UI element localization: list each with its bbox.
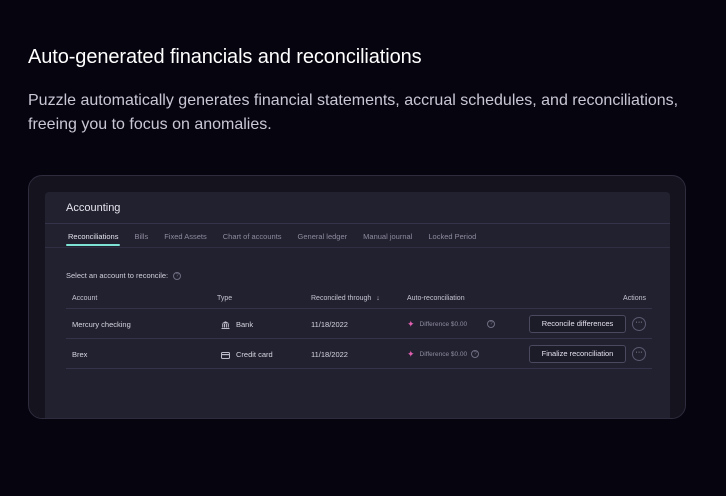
difference-text: Difference $0.00: [419, 320, 468, 328]
hero-title: Auto-generated financials and reconcilia…: [28, 46, 422, 68]
select-account-text: Select an account to reconcile:: [66, 271, 169, 280]
column-header-account[interactable]: Account: [72, 295, 97, 302]
auto-reconciliation-status: ✦ Difference $0.00 ?: [407, 319, 496, 329]
reconcile-differences-button[interactable]: Reconcile differences: [529, 315, 626, 333]
account-type: Bank: [221, 320, 254, 330]
account-type: Credit card: [221, 350, 273, 359]
finalize-reconciliation-button[interactable]: Finalize reconciliation: [529, 345, 626, 363]
reconciliation-table: Account Type Reconciled through ↓ Auto-r…: [66, 290, 652, 369]
app-preview-frame: Accounting Reconciliations Bills Fixed A…: [28, 175, 686, 419]
sparkle-icon: ✦: [407, 319, 415, 329]
table-row[interactable]: Brex Credit card 11/18/2022 ✦ Difference…: [66, 339, 652, 369]
tab-bar: Reconciliations Bills Fixed Assets Chart…: [65, 232, 492, 246]
difference-text: Difference $0.00: [419, 350, 468, 358]
column-header-auto-reconciliation[interactable]: Auto-reconciliation: [407, 295, 465, 302]
more-options-icon[interactable]: ···: [632, 347, 646, 361]
more-options-icon[interactable]: ···: [632, 317, 646, 331]
reconciled-date: 11/18/2022: [311, 320, 348, 329]
accounting-panel: Accounting Reconciliations Bills Fixed A…: [45, 192, 670, 418]
column-header-type[interactable]: Type: [217, 295, 232, 302]
tab-chart-of-accounts[interactable]: Chart of accounts: [223, 232, 282, 246]
tab-locked-period[interactable]: Locked Period: [428, 232, 476, 246]
account-type-label: Credit card: [236, 350, 273, 359]
column-header-actions: Actions: [623, 295, 646, 302]
reconciled-date: 11/18/2022: [311, 350, 348, 359]
tab-manual-journal[interactable]: Manual journal: [363, 232, 412, 246]
hero-description: Puzzle automatically generates financial…: [28, 92, 679, 133]
sort-arrow-icon: ↓: [376, 295, 380, 302]
help-icon[interactable]: ?: [173, 271, 182, 280]
table-header: Account Type Reconciled through ↓ Auto-r…: [66, 290, 652, 309]
divider: [45, 247, 670, 248]
divider: [45, 223, 670, 224]
column-header-reconciled-through-label: Reconciled through: [311, 295, 372, 302]
tab-reconciliations[interactable]: Reconciliations: [65, 232, 121, 246]
credit-card-icon: [221, 351, 230, 359]
help-icon[interactable]: ?: [471, 350, 480, 358]
auto-reconciliation-status: ✦ Difference $0.00 ?: [407, 349, 480, 359]
account-name: Mercury checking: [72, 320, 131, 329]
select-account-label: Select an account to reconcile: ?: [66, 271, 182, 280]
tab-bills[interactable]: Bills: [134, 232, 148, 246]
bank-icon: [221, 321, 230, 330]
column-header-reconciled-through[interactable]: Reconciled through ↓: [311, 295, 380, 302]
tab-general-ledger[interactable]: General ledger: [298, 232, 348, 246]
panel-title: Accounting: [66, 202, 121, 214]
account-type-label: Bank: [236, 320, 254, 329]
account-name: Brex: [72, 350, 88, 359]
table-row[interactable]: Mercury checking Bank 11/18/2022 ✦ Diffe…: [66, 309, 652, 339]
help-icon[interactable]: ?: [487, 320, 496, 328]
sparkle-icon: ✦: [407, 349, 415, 359]
tab-fixed-assets[interactable]: Fixed Assets: [164, 232, 207, 246]
